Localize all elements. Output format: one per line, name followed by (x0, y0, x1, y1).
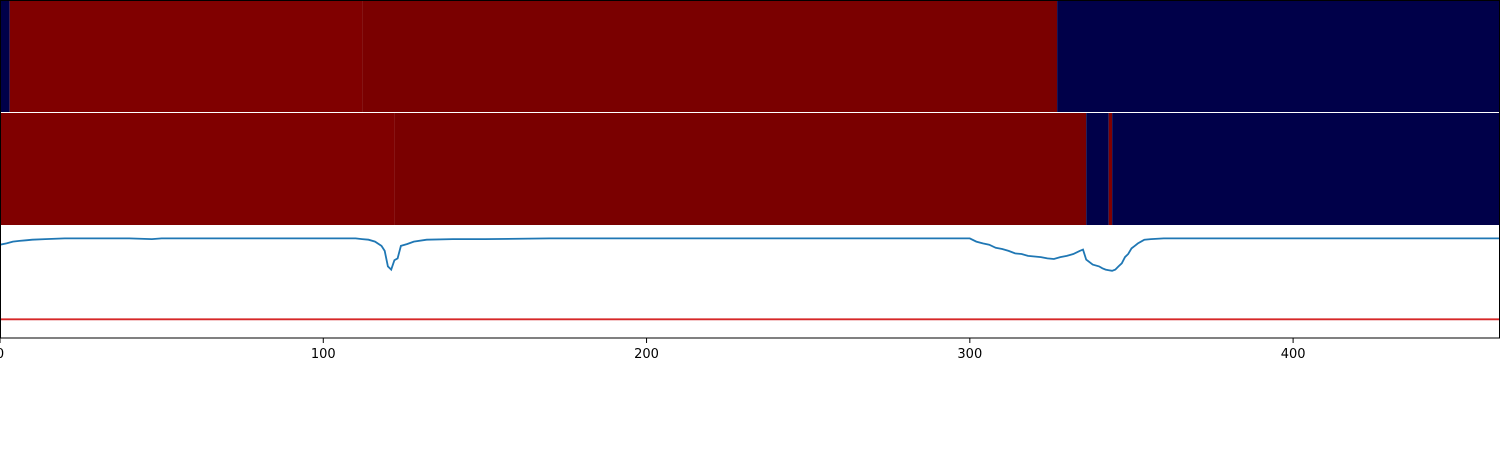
band-row-1-segment-1 (0, 1, 10, 112)
series-line-1 (0, 237, 1500, 272)
band-row-1-segment-3 (362, 1, 1058, 112)
x-tick-label-400: 400 (1281, 347, 1306, 362)
band-row-1-segment-2 (9, 1, 363, 112)
x-tick-label-0: 0 (0, 347, 4, 362)
band-row-2-segment-2 (394, 113, 1087, 225)
band-overlay (0, 1, 1500, 225)
signal-plot (0, 237, 1500, 321)
x-axis: 0 100 200 300 400 (0, 338, 1306, 362)
band-row-1-segment-4 (1057, 1, 1500, 112)
x-tick-label-100: 100 (311, 347, 336, 362)
band-row-2-segment-1 (0, 113, 395, 225)
chart-figure: 0 100 200 300 400 (0, 0, 1500, 362)
band-row-2-segment-3 (1086, 113, 1109, 225)
band-row-2-segment-4 (1108, 113, 1112, 225)
band-row-2-segment-5 (1112, 113, 1500, 225)
x-tick-label-300: 300 (957, 347, 982, 362)
x-tick-label-200: 200 (634, 347, 659, 362)
